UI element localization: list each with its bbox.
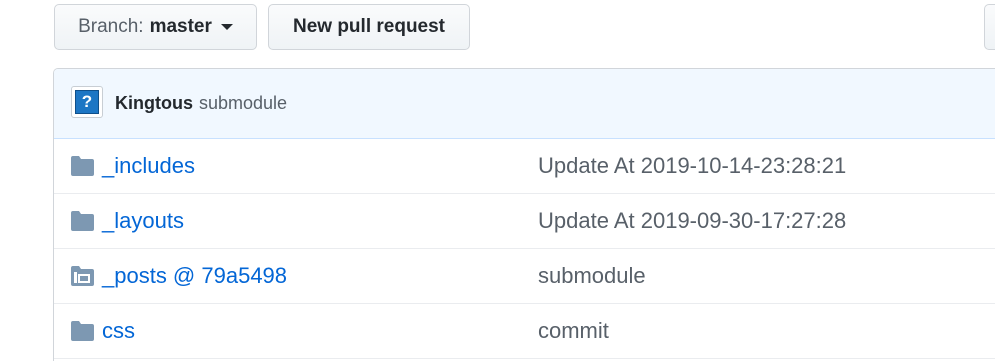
file-commit-message[interactable]: Update At 2019-09-30-17:27:28 (538, 208, 846, 234)
latest-commit-text: Kingtous submodule (115, 91, 287, 115)
repository-page: Branch: master New pull request ? Kingto… (0, 0, 995, 361)
avatar-placeholder-icon: ? (75, 90, 99, 114)
branch-name: master (149, 16, 212, 37)
folder-icon (71, 321, 94, 341)
latest-commit-bar: ? Kingtous submodule (54, 69, 995, 139)
file-commit-message[interactable]: submodule (538, 263, 646, 289)
folder-icon (71, 211, 94, 231)
branch-prefix-label: Branch: (78, 16, 144, 37)
file-row: _includes Update At 2019-10-14-23:28:21 (54, 139, 995, 194)
commit-author[interactable]: Kingtous (115, 93, 193, 113)
file-name-link[interactable]: _posts @ 79a5498 (102, 263, 287, 289)
toolbar-overflow-button[interactable] (984, 4, 995, 50)
file-name-link[interactable]: _includes (102, 153, 195, 179)
file-commit-message[interactable]: Update At 2019-10-14-23:28:21 (538, 153, 846, 179)
file-name-link[interactable]: css (102, 318, 135, 344)
branch-selector-button[interactable]: Branch: master (54, 4, 257, 50)
file-row: _posts @ 79a5498 submodule (54, 249, 995, 304)
submodule-icon (71, 266, 94, 286)
file-row: css commit (54, 304, 995, 359)
file-row: _layouts Update At 2019-09-30-17:27:28 (54, 194, 995, 249)
folder-icon (71, 156, 94, 176)
avatar[interactable]: ? (71, 86, 103, 118)
file-listing: ? Kingtous submodule _includes Update At … (53, 68, 995, 361)
commit-message[interactable]: submodule (199, 93, 287, 113)
file-name-link[interactable]: _layouts (102, 208, 184, 234)
caret-down-icon (220, 24, 233, 30)
file-commit-message[interactable]: commit (538, 318, 609, 344)
new-pull-request-button[interactable]: New pull request (268, 4, 470, 50)
